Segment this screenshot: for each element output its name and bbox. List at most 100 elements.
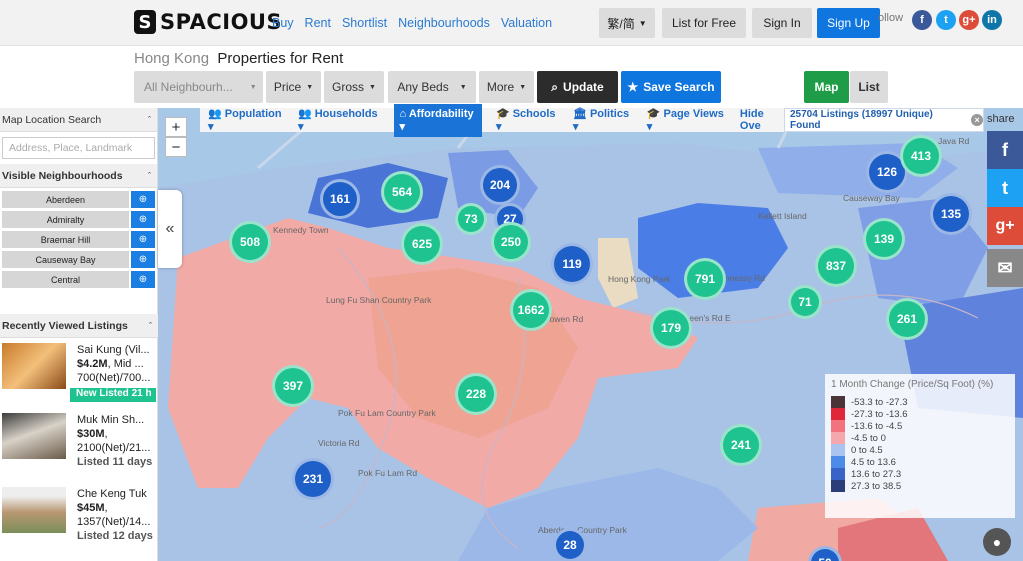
nav-shortlist[interactable]: Shortlist xyxy=(342,16,387,30)
neighbourhood-select[interactable]: All Neighbourh... ▼ xyxy=(134,71,263,103)
listing-size: 2100(Net)/21... xyxy=(77,442,151,454)
page-title: Hong Kong Properties for Rent xyxy=(134,50,343,67)
share-twitter-icon[interactable]: t xyxy=(987,169,1023,207)
chevron-up-icon: ˆ xyxy=(148,170,151,181)
zoom-in-icon[interactable]: ⊕ xyxy=(131,251,155,268)
list-for-free-button[interactable]: List for Free xyxy=(662,8,746,38)
logo[interactable]: S SPACIOUS xyxy=(134,10,282,34)
list-view-button[interactable]: List xyxy=(850,71,888,103)
listing-price: $4.2M xyxy=(77,358,108,370)
zoom-in-icon[interactable]: ⊕ xyxy=(131,271,155,288)
zoom-in-icon[interactable]: ⊕ xyxy=(131,211,155,228)
legend-row: -53.3 to -27.3 xyxy=(831,396,1015,408)
layer-page-views[interactable]: 🎓 Page Views ▾ xyxy=(647,107,726,133)
nav-buy[interactable]: Buy xyxy=(272,16,294,30)
layer-affordability[interactable]: ⌂ Affordability ▾ xyxy=(393,103,482,137)
map-search-header[interactable]: Map Location Search ˆ xyxy=(0,108,157,132)
zoom-in-button[interactable]: + xyxy=(165,117,187,137)
twitter-icon[interactable]: t xyxy=(936,10,956,30)
layer-politics[interactable]: 🏛 Politics ▾ xyxy=(573,107,633,133)
layer-population-label: Population xyxy=(224,108,282,120)
share-email-icon[interactable]: ✉ xyxy=(987,249,1023,287)
listing-cluster[interactable]: 204 xyxy=(480,165,520,205)
share-facebook-icon[interactable]: f xyxy=(987,131,1023,169)
sign-in-button[interactable]: Sign In xyxy=(752,8,812,38)
neighbourhood-item[interactable]: Central ⊕ xyxy=(2,271,155,288)
nav-valuation[interactable]: Valuation xyxy=(501,16,552,30)
listing-cluster[interactable]: 625 xyxy=(401,223,443,265)
neighbourhood-item[interactable]: Causeway Bay ⊕ xyxy=(2,251,155,268)
neighbourhood-item[interactable]: Braemar Hill ⊕ xyxy=(2,231,155,248)
map-view-button[interactable]: Map xyxy=(804,71,849,103)
zoom-in-icon[interactable]: ⊕ xyxy=(131,231,155,248)
listing-cluster[interactable]: 28 xyxy=(553,528,587,561)
visible-neighbourhoods-header[interactable]: Visible Neighbourhoods ˆ xyxy=(0,164,157,188)
legend-label: 13.6 to 27.3 xyxy=(851,468,902,480)
neighbourhood-item[interactable]: Admiralty ⊕ xyxy=(2,211,155,228)
legend-label: -27.3 to -13.6 xyxy=(851,408,908,420)
listing-cluster[interactable]: 228 xyxy=(455,373,497,415)
hide-overlay-toggle[interactable]: Hide Ove xyxy=(740,108,784,132)
collapse-sidebar-button[interactable]: « xyxy=(158,190,182,268)
listing-cluster[interactable]: 1662 xyxy=(510,289,552,331)
facebook-icon[interactable]: f xyxy=(912,10,932,30)
listing-cluster[interactable]: 250 xyxy=(491,222,531,262)
legend-swatch xyxy=(831,396,845,408)
neighbourhood-item[interactable]: Aberdeen ⊕ xyxy=(2,191,155,208)
listing-cluster[interactable]: 179 xyxy=(650,307,692,349)
listing-cluster[interactable]: 508 xyxy=(229,221,271,263)
listing-cluster[interactable]: 397 xyxy=(272,365,314,407)
app-root: S SPACIOUS Buy Rent Shortlist Neighbourh… xyxy=(0,0,1023,561)
recent-listings-header[interactable]: Recently Viewed Listings ˆ xyxy=(0,314,158,338)
listing-cluster[interactable]: 139 xyxy=(863,218,905,260)
listing-cluster[interactable]: 261 xyxy=(886,298,928,340)
recent-listings-title: Recently Viewed Listings xyxy=(2,319,128,332)
legend-swatch xyxy=(831,480,845,492)
layer-schools[interactable]: 🎓 Schools ▾ xyxy=(496,107,559,133)
listing-cluster[interactable]: 231 xyxy=(292,458,334,500)
nav-rent[interactable]: Rent xyxy=(305,16,331,30)
listing-cluster[interactable]: 119 xyxy=(551,243,593,285)
listing-cluster[interactable]: 73 xyxy=(455,203,487,235)
share-google-plus-icon[interactable]: g+ xyxy=(987,207,1023,245)
update-button[interactable]: ⌕ Update xyxy=(537,71,618,103)
google-plus-icon[interactable]: g+ xyxy=(959,10,979,30)
caret-down-icon: ▼ xyxy=(638,18,647,28)
listing-extra: , xyxy=(104,502,108,514)
listing-cluster[interactable]: 837 xyxy=(815,245,857,287)
zoom-out-button[interactable]: − xyxy=(165,137,187,157)
listing-card[interactable]: Che Keng Tuk $45M, 1357(Net)/14... Liste… xyxy=(0,484,158,554)
layer-population[interactable]: 👥 Population ▾ xyxy=(208,107,284,133)
linkedin-icon[interactable]: in xyxy=(982,10,1002,30)
sign-up-button[interactable]: Sign Up xyxy=(817,8,880,38)
location-pin-icon[interactable]: ● xyxy=(983,528,1011,556)
close-icon[interactable]: × xyxy=(971,114,983,126)
legend-swatch xyxy=(831,444,845,456)
visible-neighbourhoods-title: Visible Neighbourhoods xyxy=(2,169,123,182)
listing-cluster[interactable]: 135 xyxy=(930,193,972,235)
listing-cluster[interactable]: 71 xyxy=(788,285,822,319)
save-search-button[interactable]: ★ Save Search xyxy=(621,71,721,103)
listing-cluster[interactable]: 413 xyxy=(900,135,942,177)
zoom-in-icon[interactable]: ⊕ xyxy=(131,191,155,208)
gross-dropdown[interactable]: Gross ▼ xyxy=(324,71,384,103)
page-heading: Properties for Rent xyxy=(217,50,344,67)
language-dropdown[interactable]: 繁/简 ▼ xyxy=(599,8,655,38)
listing-card[interactable]: Sai Kung (Vil... $4.2M, Mid ... 700(Net)… xyxy=(0,340,158,410)
layer-toolbar: 👥 Population ▾ 👥 Households ▾ ⌂ Affordab… xyxy=(200,103,784,137)
listing-cluster[interactable]: 791 xyxy=(684,258,726,300)
price-dropdown[interactable]: Price ▼ xyxy=(266,71,321,103)
map-label: Kennedy Town xyxy=(273,225,329,235)
listing-card[interactable]: Muk Min Sh... $30M, 2100(Net)/21... List… xyxy=(0,410,158,480)
listing-cluster[interactable]: 564 xyxy=(381,171,423,213)
listing-cluster[interactable]: 161 xyxy=(320,179,360,219)
more-dropdown[interactable]: More ▼ xyxy=(479,71,534,103)
location-search-input[interactable]: Address, Place, Landmark xyxy=(2,137,155,159)
gross-label: Gross xyxy=(332,80,365,94)
listing-cluster[interactable]: 241 xyxy=(720,424,762,466)
layer-households[interactable]: 👥 Households ▾ xyxy=(298,107,380,133)
beds-dropdown[interactable]: Any Beds ▼ xyxy=(388,71,476,103)
layer-households-label: Households xyxy=(314,108,378,120)
nav-neighbourhoods[interactable]: Neighbourhoods xyxy=(398,16,490,30)
listing-status-badge: New Listed 21 h xyxy=(70,388,156,402)
